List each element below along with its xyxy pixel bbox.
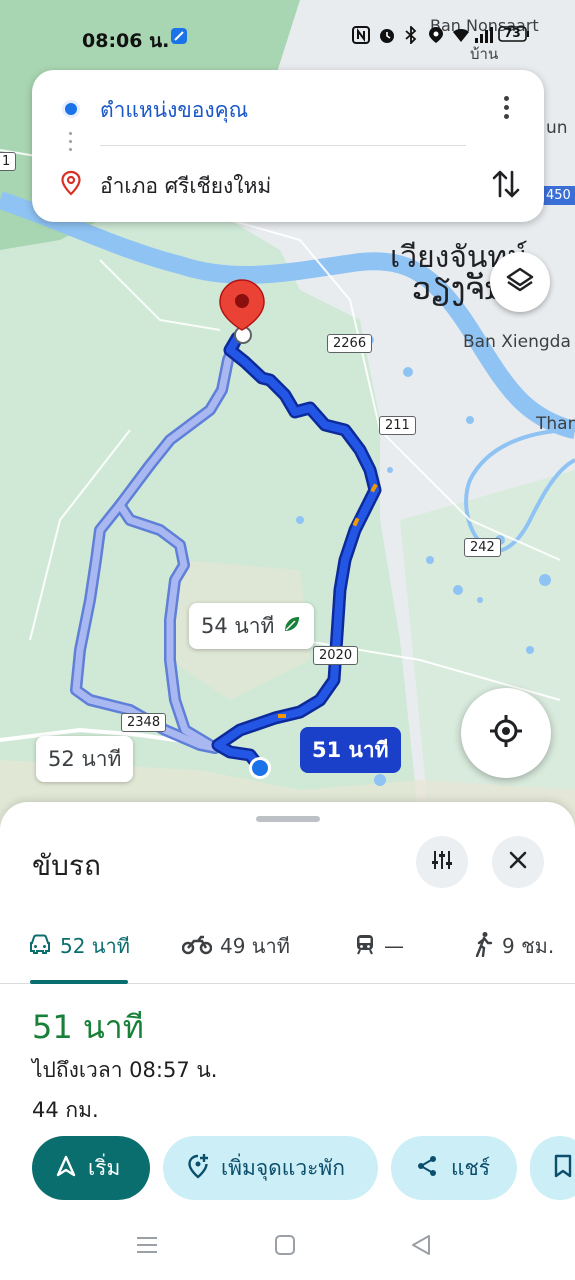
app-notification-icon <box>170 27 188 50</box>
tab-motorcycle-label: 49 นาที <box>220 934 290 958</box>
status-bar: 08:06 น. 73 <box>0 0 575 70</box>
map-label-un: un <box>546 118 568 138</box>
road-shield-2348: 2348 <box>121 713 167 732</box>
route-main-time-callout[interactable]: 51 นาที <box>300 727 401 773</box>
route-options-button[interactable] <box>416 836 468 888</box>
location-icon <box>428 26 444 49</box>
navigation-arrow-icon <box>56 1155 76 1182</box>
alarm-icon <box>378 26 396 49</box>
train-icon <box>354 933 376 960</box>
layers-icon <box>505 265 535 299</box>
car-icon <box>28 933 52 960</box>
destination-field[interactable]: อำเภอ ศรีเชียงใหม่ <box>100 170 271 203</box>
eco-leaf-icon <box>282 614 302 639</box>
divider <box>100 145 466 146</box>
road-shield-450: 450 <box>540 186 575 205</box>
route-connector-dots <box>69 132 73 162</box>
menu-icon[interactable] <box>136 1234 158 1260</box>
share-button[interactable]: แชร์ <box>391 1136 517 1200</box>
battery-level: 73 <box>504 26 521 40</box>
origin-field[interactable]: ตำแหน่งของคุณ <box>100 94 248 127</box>
walk-icon <box>474 931 494 962</box>
swap-directions-button[interactable] <box>490 166 522 202</box>
status-time: 08:06 น. <box>82 30 170 52</box>
road-shield-2266: 2266 <box>327 334 373 353</box>
tab-transit-label: — <box>384 934 404 958</box>
add-location-icon <box>187 1153 209 1184</box>
route-alt2-time-callout[interactable]: 52 นาที <box>36 736 134 782</box>
my-location-button[interactable] <box>461 688 551 778</box>
tune-icon <box>430 848 454 876</box>
bluetooth-icon <box>404 24 418 49</box>
route-main-time: 51 นาที <box>312 737 389 762</box>
road-shield-2020: 2020 <box>313 646 359 665</box>
map-label-ban-xiengda: Ban Xiengda <box>463 332 571 352</box>
nfc-icon <box>352 26 370 49</box>
close-icon <box>508 848 528 876</box>
route-duration: 51 นาที <box>32 1008 144 1046</box>
tab-transit[interactable]: — <box>354 926 404 966</box>
signal-icon <box>474 26 494 49</box>
tab-walk-label: 9 ชม. <box>502 934 555 958</box>
tab-motorcycle[interactable]: 49 นาที <box>181 926 290 966</box>
route-search-card: ตำแหน่งของคุณ อำเภอ ศรีเชียงใหม่ <box>32 70 544 222</box>
arrival-time: ไปถึงเวลา 08:57 น. <box>32 1058 218 1082</box>
destination-pin-icon <box>60 170 82 200</box>
system-nav-bar <box>0 1212 575 1280</box>
home-icon[interactable] <box>274 1234 296 1260</box>
route-distance: 44 กม. <box>32 1098 99 1122</box>
save-button[interactable] <box>530 1136 575 1200</box>
sheet-title: ขับรถ <box>32 849 101 882</box>
start-button[interactable]: เริ่ม <box>32 1136 150 1200</box>
route-alt2-time: 52 นาที <box>48 746 122 771</box>
wifi-icon <box>452 26 470 49</box>
bookmark-icon <box>554 1154 572 1183</box>
travel-mode-tabs: 52 นาที 49 นาที — 9 ชม. <box>0 910 575 984</box>
origin-dot-icon <box>62 100 80 118</box>
road-shield-211: 211 <box>379 416 416 435</box>
map-label-than: Than <box>536 414 575 434</box>
layers-button[interactable] <box>490 252 550 312</box>
add-stop-label: เพิ่มจุดแวะพัก <box>221 1155 345 1180</box>
active-tab-indicator <box>30 980 128 984</box>
route-alt1-time-callout[interactable]: 54 นาที <box>189 603 315 649</box>
motorcycle-icon <box>181 933 213 960</box>
add-stop-button[interactable]: เพิ่มจุดแวะพัก <box>163 1136 378 1200</box>
crosshair-icon <box>488 713 524 753</box>
route-alt1-time: 54 นาที <box>201 613 275 638</box>
tab-walk[interactable]: 9 ชม. <box>474 926 554 966</box>
directions-sheet: ขับรถ 52 นาที 49 นาที — 9 ชม. 51 นาที ไป… <box>0 802 575 1280</box>
start-button-label: เริ่ม <box>88 1155 121 1180</box>
share-label: แชร์ <box>451 1155 491 1180</box>
close-button[interactable] <box>492 836 544 888</box>
tab-drive-label: 52 นาที <box>60 934 130 958</box>
sheet-drag-handle[interactable] <box>256 816 320 822</box>
back-icon[interactable] <box>410 1234 432 1260</box>
more-options-button[interactable] <box>492 92 520 122</box>
share-icon <box>415 1154 439 1183</box>
swap-icon <box>490 170 522 206</box>
road-shield-1: 1 <box>0 152 17 171</box>
tab-drive[interactable]: 52 นาที <box>28 926 130 966</box>
road-shield-242: 242 <box>464 538 501 557</box>
